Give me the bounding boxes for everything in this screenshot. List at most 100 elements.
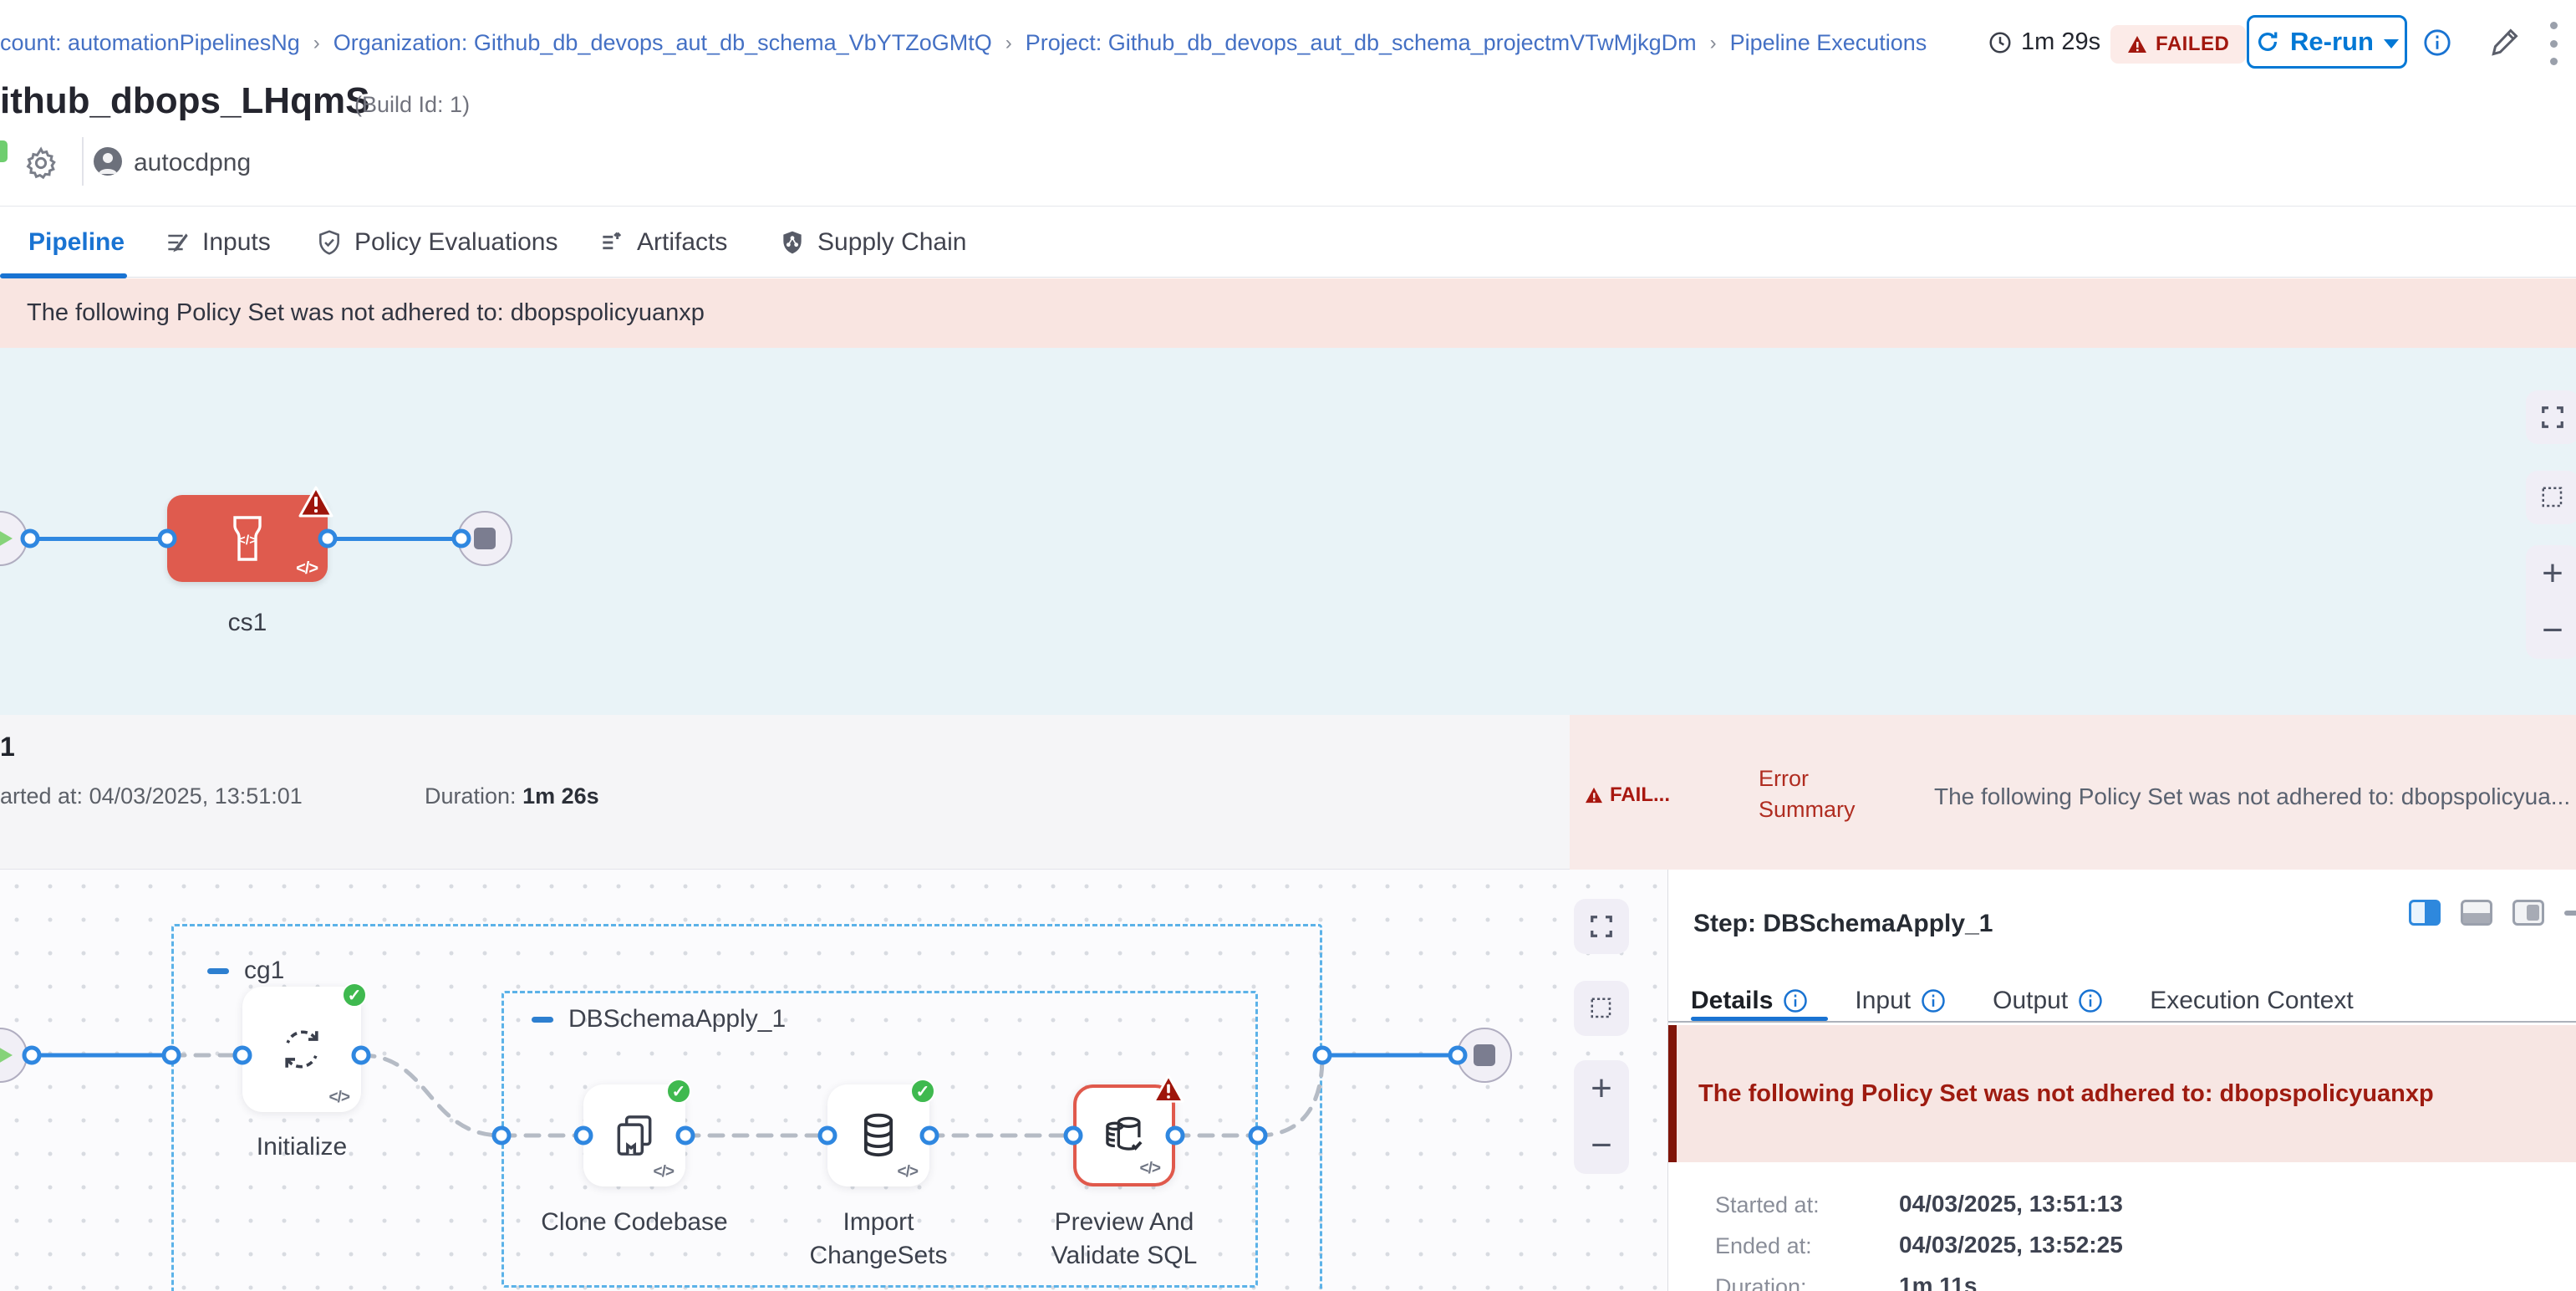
code-glyph: </> (296, 559, 318, 579)
step-error-message: The following Policy Set was not adhered… (1668, 1025, 2576, 1162)
elapsed-time: 1m 29s (1988, 28, 2100, 56)
breadcrumb-project-link[interactable]: Project: Github_db_devops_aut_db_schema_… (1026, 30, 1697, 56)
tab-execution-context[interactable]: Execution Context (2150, 987, 2353, 1015)
tab-pipeline-label: Pipeline (28, 228, 125, 257)
connector-dot (818, 1126, 837, 1146)
breadcrumb-separator: › (1005, 32, 1012, 55)
divider (82, 137, 84, 186)
connector-dot (574, 1126, 593, 1146)
connector-dot (920, 1126, 939, 1146)
zoom-out-button[interactable]: − (2542, 605, 2563, 656)
info-icon[interactable] (1783, 988, 1808, 1013)
breadcrumb-account-link[interactable]: count: automationPipelinesNg (0, 30, 300, 56)
minimize-panel-icon[interactable] (2564, 911, 2576, 916)
tab-supply-chain-label: Supply Chain (817, 228, 966, 257)
stage-duration-value: 1m 26s (522, 783, 599, 809)
gear-icon[interactable] (23, 145, 59, 181)
breadcrumb: count: automationPipelinesNg › Organizat… (0, 30, 1927, 56)
more-options-menu[interactable] (2549, 22, 2558, 65)
warning-triangle-icon (2127, 35, 2147, 54)
trigger-user-label: autocdpng (134, 149, 251, 177)
marquee-select-button[interactable] (2526, 471, 2576, 524)
step-label-import: Import ChangeSets (778, 1206, 979, 1273)
connector-dot (21, 529, 40, 549)
build-id: (Build Id: 1) (354, 92, 470, 118)
marquee-icon (2540, 485, 2565, 510)
connector-dot (492, 1126, 512, 1146)
stage-started-at: arted at: 04/03/2025, 13:51:01 (0, 783, 303, 809)
started-at-label: Started at: (1715, 1192, 1820, 1218)
divider (1668, 1021, 2576, 1023)
tab-inputs[interactable]: Inputs (164, 207, 271, 278)
stage-node-cs1[interactable]: </> </> (167, 495, 328, 582)
inputs-icon (164, 229, 191, 256)
stage-graph-canvas[interactable]: </> </> cs1 + − (0, 348, 2576, 715)
success-check-badge: ✓ (342, 982, 367, 1008)
zoom-in-button[interactable]: + (2542, 549, 2563, 599)
step-initialize[interactable]: </> (242, 987, 361, 1112)
error-summary-label: Error Summary (1759, 763, 1884, 825)
status-badge: FAILED (2110, 25, 2246, 64)
success-check-badge: ✓ (910, 1079, 935, 1104)
zoom-controls: + − (2526, 545, 2576, 659)
info-icon[interactable] (2078, 988, 2103, 1013)
svg-text:</>: </> (237, 533, 257, 548)
tab-supply-chain[interactable]: Supply Chain (779, 207, 966, 278)
started-at-value: 04/03/2025, 13:51:13 (1899, 1191, 2123, 1217)
connector-dot (1064, 1126, 1083, 1146)
policy-violation-banner: The following Policy Set was not adhered… (0, 278, 2576, 348)
execution-graph-canvas[interactable]: cg1 DBSchemaApply_1 (0, 870, 1667, 1291)
duration-value: 1m 11s (1899, 1273, 1977, 1291)
step-label-preview: Preview And Validate SQL (1024, 1206, 1224, 1273)
tab-artifacts[interactable]: Artifacts (598, 207, 727, 278)
connector-dot (352, 1046, 371, 1065)
edit-pencil-icon[interactable] (2489, 23, 2523, 59)
stage-fail-badge: FAIL... (1585, 783, 1670, 807)
page-title: ithub_dbops_LHqmS (0, 80, 369, 122)
code-glyph: </> (1140, 1160, 1160, 1178)
avatar (94, 147, 122, 176)
stage-duration-label: Duration: (425, 783, 522, 809)
fullscreen-button[interactable] (2526, 390, 2576, 444)
chevron-down-icon[interactable] (2384, 39, 2399, 48)
connector-dot (318, 529, 338, 549)
code-glyph: </> (898, 1163, 918, 1181)
connector-dot (452, 529, 471, 549)
layout-bottom-panel-icon[interactable] (2461, 900, 2492, 926)
database-icon (856, 1111, 901, 1160)
tab-policy-evaluations[interactable]: Policy Evaluations (316, 207, 557, 278)
tab-input[interactable]: Input (1855, 987, 1946, 1015)
tab-input-label: Input (1855, 987, 1911, 1015)
rerun-button[interactable]: Re-run (2247, 15, 2407, 69)
layout-right-panel-icon[interactable] (2409, 900, 2441, 926)
tab-details-label: Details (1691, 987, 1773, 1015)
breadcrumb-organization-link[interactable]: Organization: Github_db_devops_aut_db_sc… (333, 30, 992, 56)
clock-icon (1988, 30, 2013, 55)
tab-details[interactable]: Details (1691, 987, 1808, 1015)
panel-tab-bar: Details Input Output Execution Context (1691, 987, 2354, 1015)
edge-line (30, 537, 167, 541)
policy-violation-banner-text: The following Policy Set was not adhered… (27, 299, 705, 327)
refresh-icon (2255, 29, 2280, 54)
code-glyph: </> (329, 1089, 349, 1107)
artifacts-icon (598, 229, 625, 256)
info-icon[interactable] (1921, 988, 1946, 1013)
elapsed-time-label: 1m 29s (2021, 28, 2100, 56)
breadcrumb-separator: › (313, 32, 320, 55)
tab-bar: Pipeline Inputs Policy Evaluations Artif… (0, 206, 2576, 278)
layout-floating-panel-icon[interactable] (2512, 900, 2544, 926)
ended-at-value: 04/03/2025, 13:52:25 (1899, 1232, 2123, 1258)
breadcrumb-executions-link[interactable]: Pipeline Executions (1730, 30, 1927, 56)
tab-artifacts-label: Artifacts (637, 228, 727, 257)
node-label: cs1 (167, 609, 328, 637)
error-summary-text: The following Policy Set was not adhered… (1934, 783, 2569, 810)
play-icon (0, 527, 13, 550)
tab-output[interactable]: Output (1993, 987, 2103, 1015)
tab-pipeline[interactable]: Pipeline (28, 207, 125, 278)
info-icon[interactable] (2423, 28, 2451, 57)
success-check-badge: ✓ (666, 1079, 691, 1104)
database-check-icon (1100, 1111, 1148, 1160)
tab-output-label: Output (1993, 987, 2068, 1015)
breadcrumb-separator: › (1710, 32, 1717, 55)
rerun-button-label: Re-run (2290, 27, 2374, 57)
